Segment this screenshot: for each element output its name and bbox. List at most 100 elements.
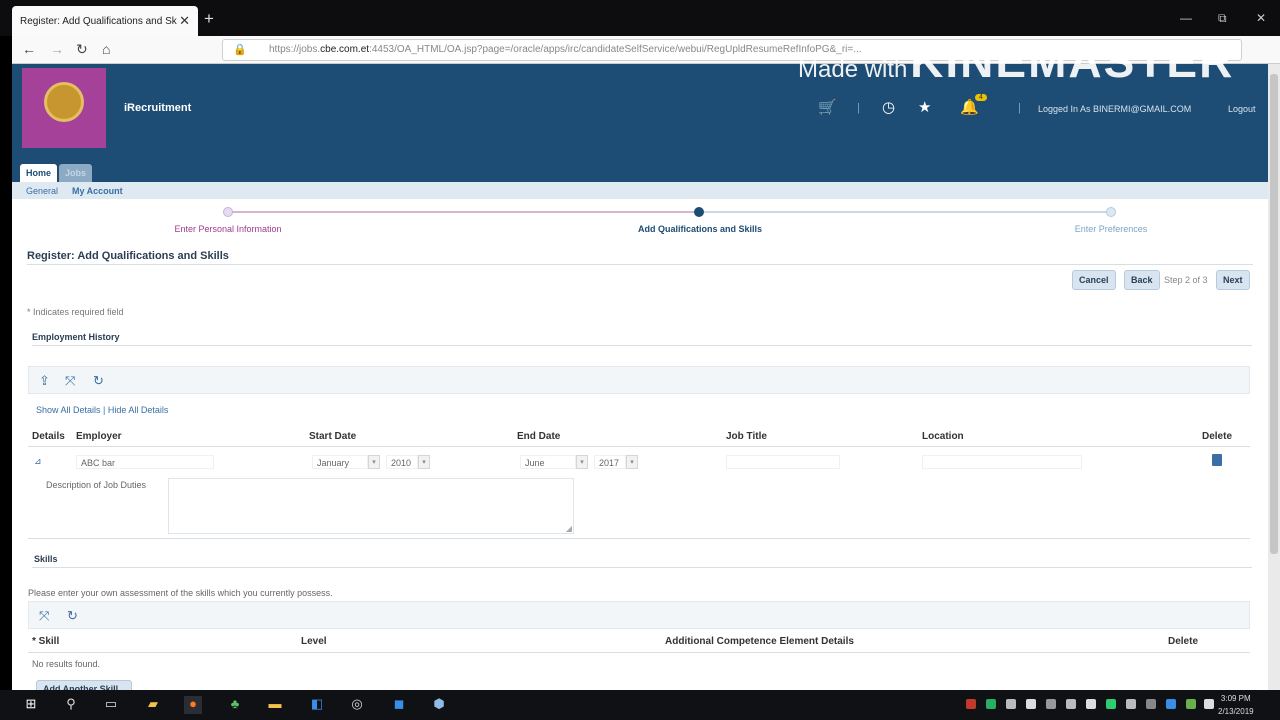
- app-icon[interactable]: ⬢: [430, 696, 448, 714]
- refresh-icon[interactable]: ↻: [67, 608, 78, 624]
- next-button[interactable]: Next: [1216, 270, 1250, 290]
- trash-icon[interactable]: [1212, 454, 1222, 466]
- app-icon[interactable]: ◼: [390, 696, 408, 714]
- skills-title: Skills: [34, 554, 58, 564]
- job-title-input[interactable]: [726, 455, 840, 469]
- app-icon[interactable]: ♣: [226, 696, 244, 714]
- show-hide-details-links[interactable]: Show All Details | Hide All Details: [36, 405, 168, 415]
- resize-grip-icon[interactable]: ◢: [566, 524, 572, 533]
- start-year-select[interactable]: 2010: [386, 455, 418, 469]
- tray-icon[interactable]: [1046, 699, 1056, 709]
- cart-icon[interactable]: 🛒: [818, 98, 837, 116]
- clock-date: 2/13/2019: [1218, 707, 1254, 716]
- col-start-date: Start Date: [309, 431, 357, 442]
- notification-bell-icon[interactable]: 🔔: [960, 98, 979, 116]
- url-rest: :4453/OA_HTML/OA.jsp?page=/oracle/apps/i…: [369, 44, 862, 55]
- chrome-icon[interactable]: ◎: [348, 696, 366, 714]
- tray-icon[interactable]: [966, 699, 976, 709]
- chevron-down-icon[interactable]: ▾: [368, 455, 380, 469]
- tray-icon[interactable]: [1146, 699, 1156, 709]
- tray-icon[interactable]: [1066, 699, 1076, 709]
- firefox-icon[interactable]: ●: [184, 696, 202, 714]
- col-delete: Delete: [1202, 431, 1233, 442]
- file-manager-icon[interactable]: ▰: [144, 696, 162, 714]
- windows-start-icon[interactable]: ⊞: [22, 696, 40, 714]
- col-employer: Employer: [76, 431, 122, 442]
- close-window-icon[interactable]: ✕: [1256, 11, 1266, 25]
- network-icon[interactable]: [1086, 699, 1096, 709]
- subnav-general[interactable]: General: [26, 186, 58, 196]
- train-step-1-label[interactable]: Enter Personal Information: [174, 224, 281, 234]
- page-scrollbar[interactable]: [1268, 64, 1280, 690]
- add-another-skill-button[interactable]: Add Another Skill: [36, 680, 132, 690]
- export-icon[interactable]: ⇪: [39, 373, 50, 389]
- start-month-select[interactable]: January: [312, 455, 368, 469]
- search-icon[interactable]: ⚲: [62, 696, 80, 714]
- col-skill: * Skill: [32, 636, 60, 647]
- back-arrow-icon[interactable]: ←: [22, 41, 36, 57]
- row-divider: [28, 538, 1250, 539]
- reload-icon[interactable]: ↻: [76, 41, 88, 58]
- location-input[interactable]: [922, 455, 1082, 469]
- detach-icon[interactable]: ⤧: [39, 608, 49, 624]
- tab-home[interactable]: Home: [20, 164, 58, 182]
- tab-jobs[interactable]: Jobs: [59, 164, 93, 182]
- url-domain: cbe.com.et: [320, 44, 370, 55]
- new-tab-button[interactable]: +: [204, 9, 214, 29]
- tray-icon[interactable]: [1166, 699, 1176, 709]
- no-results: No results found.: [32, 659, 101, 669]
- lock-icon: 🔒: [233, 44, 247, 56]
- system-clock[interactable]: 3:09 PM 2/13/2019: [1218, 692, 1254, 718]
- subnav-my-account[interactable]: My Account: [72, 186, 123, 196]
- tray-icon[interactable]: [1204, 699, 1214, 709]
- app-title: iRecruitment: [124, 102, 192, 114]
- close-tab-icon[interactable]: ✕: [179, 13, 190, 29]
- chevron-down-icon[interactable]: ▾: [576, 455, 588, 469]
- restore-icon[interactable]: ⧉: [1218, 11, 1227, 26]
- tray-icon[interactable]: [1106, 699, 1116, 709]
- end-year-select[interactable]: 2017: [594, 455, 626, 469]
- url-prefix: https://jobs.: [269, 44, 321, 55]
- browser-tab[interactable]: Register: Add Qualifications and Sk ✕: [12, 6, 198, 36]
- train-step-1-marker[interactable]: [223, 207, 233, 217]
- skills-instructions: Please enter your own assessment of the …: [28, 588, 333, 598]
- watermark-brand: KINEMASTER: [910, 35, 1235, 87]
- chevron-down-icon[interactable]: ▾: [626, 455, 638, 469]
- home-icon[interactable]: ⌂: [102, 41, 110, 57]
- chevron-down-icon[interactable]: ▾: [418, 455, 430, 469]
- required-note: * Indicates required field: [27, 307, 124, 317]
- col-delete: Delete: [1168, 636, 1199, 647]
- logout-link[interactable]: Logout: [1228, 104, 1256, 114]
- detach-icon[interactable]: ⤧: [65, 373, 75, 389]
- tray-icon[interactable]: [1186, 699, 1196, 709]
- tray-icon[interactable]: [1006, 699, 1016, 709]
- tray-icon[interactable]: [986, 699, 996, 709]
- cancel-button[interactable]: Cancel: [1072, 270, 1116, 290]
- back-button[interactable]: Back: [1124, 270, 1160, 290]
- scroll-thumb[interactable]: [1270, 74, 1278, 554]
- store-icon[interactable]: ◧: [308, 696, 326, 714]
- expand-details-icon[interactable]: ⊿: [34, 456, 42, 467]
- volume-icon[interactable]: [1126, 699, 1136, 709]
- employer-input[interactable]: ABC bar: [76, 455, 214, 469]
- forward-arrow-icon[interactable]: →: [50, 41, 64, 57]
- favorites-star-icon[interactable]: ★: [918, 98, 931, 116]
- header-divider: [28, 652, 1250, 653]
- tab-title: Register: Add Qualifications and Sk: [20, 15, 177, 27]
- logged-in-label: Logged In As BINERMI@GMAIL.COM: [1038, 104, 1192, 114]
- minimize-icon[interactable]: —: [1180, 11, 1192, 25]
- folder-icon[interactable]: ▬: [266, 696, 284, 714]
- description-textarea[interactable]: ◢: [168, 478, 574, 534]
- sub-navigation: General My Account: [12, 182, 1268, 199]
- task-view-icon[interactable]: ▭: [102, 696, 120, 714]
- section-divider: [32, 345, 1252, 346]
- step-indicator: Step 2 of 3: [1164, 275, 1208, 285]
- logo-seal: [44, 82, 84, 122]
- clock-icon[interactable]: ◷: [882, 98, 895, 116]
- cloud-icon[interactable]: [1026, 699, 1036, 709]
- windows-taskbar: ⊞ ⚲ ▭ ▰ ● ♣ ▬ ◧ ◎ ◼ ⬢ 3:09 PM 2/13/2019: [0, 690, 1280, 720]
- refresh-icon[interactable]: ↻: [93, 373, 104, 389]
- train-step-3-label: Enter Preferences: [1074, 224, 1148, 234]
- watermark-prefix: Made with: [798, 56, 908, 83]
- end-month-select[interactable]: June: [520, 455, 576, 469]
